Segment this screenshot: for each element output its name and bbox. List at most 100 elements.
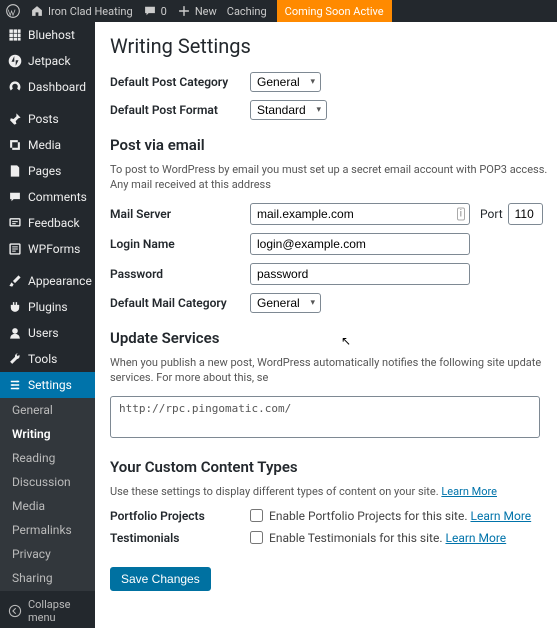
sidebar-label: Pages xyxy=(28,164,61,178)
sidebar-label: Appearance xyxy=(28,274,92,288)
sidebar-label: WPForms xyxy=(28,242,80,256)
admin-sidebar: Bluehost Jetpack Dashboard Posts Media P… xyxy=(0,22,95,628)
sidebar-item-tools[interactable]: Tools xyxy=(0,346,95,372)
comments-icon xyxy=(8,190,22,204)
main-content: Writing Settings Default Post Category G… xyxy=(95,22,557,628)
submenu-discussion[interactable]: Discussion xyxy=(0,470,95,494)
update-services-heading: Update Services xyxy=(110,329,557,347)
portfolio-learn-more-link[interactable]: Learn More xyxy=(471,509,532,523)
settings-icon xyxy=(8,378,22,392)
save-changes-button[interactable]: Save Changes xyxy=(110,567,211,591)
default-format-label: Default Post Format xyxy=(110,103,250,117)
testimonials-learn-more-link[interactable]: Learn More xyxy=(446,531,507,545)
new-label: New xyxy=(195,5,217,18)
login-name-input[interactable] xyxy=(250,233,470,255)
pages-icon xyxy=(8,164,22,178)
submenu-permalinks[interactable]: Permalinks xyxy=(0,518,95,542)
sidebar-label: Media xyxy=(28,138,61,152)
portfolio-checkbox[interactable] xyxy=(250,509,263,522)
post-via-email-heading: Post via email xyxy=(110,136,557,154)
testimonials-cbx-label: Enable Testimonials for this site. xyxy=(269,531,443,545)
sidebar-item-feedback[interactable]: Feedback xyxy=(0,210,95,236)
password-label: Password xyxy=(110,267,250,281)
admin-topbar: Iron Clad Heating 0 New Caching Coming S… xyxy=(0,0,557,22)
sidebar-label: Comments xyxy=(28,190,87,204)
bluehost-icon xyxy=(8,28,22,42)
testimonials-label: Testimonials xyxy=(110,531,250,545)
site-home-link[interactable]: Iron Clad Heating xyxy=(30,4,133,18)
settings-submenu: General Writing Reading Discussion Media… xyxy=(0,398,95,590)
sidebar-item-plugins[interactable]: Plugins xyxy=(0,294,95,320)
submenu-sharing[interactable]: Sharing xyxy=(0,566,95,590)
sidebar-item-wpforms[interactable]: WPForms xyxy=(0,236,95,262)
sidebar-item-bluehost[interactable]: Bluehost xyxy=(0,22,95,48)
plugin-icon xyxy=(8,300,22,314)
site-name: Iron Clad Heating xyxy=(48,5,133,18)
collapse-icon xyxy=(8,604,22,618)
default-format-select[interactable]: Standard xyxy=(250,100,327,120)
home-icon xyxy=(30,4,44,18)
submenu-writing[interactable]: Writing xyxy=(0,422,95,446)
input-hint-icon: i xyxy=(457,207,465,220)
default-mail-category-select[interactable]: General xyxy=(250,293,321,313)
sidebar-item-posts[interactable]: Posts xyxy=(0,106,95,132)
password-input[interactable] xyxy=(250,263,470,285)
sidebar-label: Settings xyxy=(28,378,72,392)
submenu-reading[interactable]: Reading xyxy=(0,446,95,470)
sidebar-label: Bluehost xyxy=(28,28,75,42)
default-mail-category-label: Default Mail Category xyxy=(110,296,250,310)
sidebar-item-media[interactable]: Media xyxy=(0,132,95,158)
dashboard-icon xyxy=(8,80,22,94)
sidebar-item-comments[interactable]: Comments xyxy=(0,184,95,210)
wp-logo[interactable] xyxy=(6,4,20,18)
update-services-desc: When you publish a new post, WordPress a… xyxy=(110,355,557,386)
sidebar-label: Users xyxy=(28,326,59,340)
comments-link[interactable]: 0 xyxy=(143,4,167,18)
wordpress-icon xyxy=(6,4,20,18)
post-via-email-desc: To post to WordPress by email you must s… xyxy=(110,162,557,193)
sidebar-item-users[interactable]: Users xyxy=(0,320,95,346)
submenu-general[interactable]: General xyxy=(0,398,95,422)
collapse-label: Collapse menu xyxy=(28,598,87,624)
port-label: Port xyxy=(480,207,503,221)
sidebar-item-dashboard[interactable]: Dashboard xyxy=(0,74,95,100)
coming-soon-badge[interactable]: Coming Soon Active xyxy=(277,0,392,22)
update-services-textarea[interactable]: http://rpc.pingomatic.com/ xyxy=(110,396,540,438)
pin-icon xyxy=(8,112,22,126)
portfolio-cbx-label: Enable Portfolio Projects for this site. xyxy=(269,509,468,523)
mail-server-label: Mail Server xyxy=(110,207,250,221)
sidebar-label: Posts xyxy=(28,112,59,126)
page-title: Writing Settings xyxy=(110,34,557,58)
sidebar-label: Tools xyxy=(28,352,57,366)
default-category-label: Default Post Category xyxy=(110,75,250,89)
sidebar-label: Plugins xyxy=(28,300,68,314)
plus-icon xyxy=(177,4,191,18)
sidebar-item-settings[interactable]: Settings xyxy=(0,372,95,398)
sidebar-item-appearance[interactable]: Appearance xyxy=(0,268,95,294)
collapse-menu[interactable]: Collapse menu xyxy=(0,590,95,628)
submenu-privacy[interactable]: Privacy xyxy=(0,542,95,566)
submenu-media[interactable]: Media xyxy=(0,494,95,518)
new-link[interactable]: New xyxy=(177,4,217,18)
login-name-label: Login Name xyxy=(110,237,250,251)
mail-server-input[interactable] xyxy=(250,203,470,225)
media-icon xyxy=(8,138,22,152)
testimonials-checkbox[interactable] xyxy=(250,531,263,544)
custom-types-desc: Use these settings to display different … xyxy=(110,484,557,499)
sidebar-label: Dashboard xyxy=(28,80,86,94)
wpforms-icon xyxy=(8,242,22,256)
port-input[interactable] xyxy=(508,203,543,225)
sidebar-item-jetpack[interactable]: Jetpack xyxy=(0,48,95,74)
comment-icon xyxy=(143,4,157,18)
users-icon xyxy=(8,326,22,340)
sidebar-label: Feedback xyxy=(28,216,80,230)
tools-icon xyxy=(8,352,22,366)
default-category-select[interactable]: General xyxy=(250,72,321,92)
sidebar-item-pages[interactable]: Pages xyxy=(0,158,95,184)
caching-link[interactable]: Caching xyxy=(227,5,267,18)
brush-icon xyxy=(8,274,22,288)
portfolio-label: Portfolio Projects xyxy=(110,509,250,523)
learn-more-link[interactable]: Learn More xyxy=(441,485,497,498)
jetpack-icon xyxy=(8,54,22,68)
custom-types-heading: Your Custom Content Types xyxy=(110,458,557,476)
